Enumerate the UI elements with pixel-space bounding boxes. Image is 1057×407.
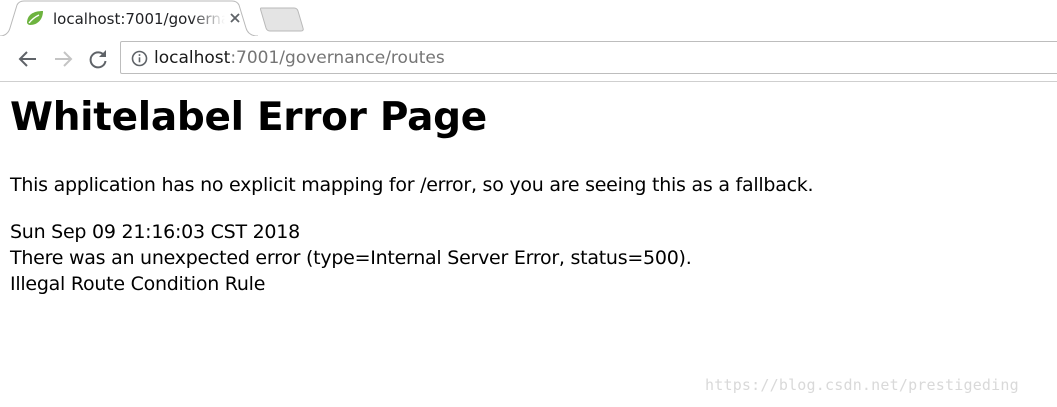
error-details: Sun Sep 09 21:16:03 CST 2018 There was a… — [10, 219, 692, 297]
close-icon[interactable] — [228, 11, 242, 25]
browser-tab[interactable]: localhost:7001/governance/routes — [0, 0, 258, 37]
tab-title: localhost:7001/governance/routes — [53, 10, 225, 28]
tab-strip: localhost:7001/governance/routes — [0, 0, 1057, 37]
error-type: There was an unexpected error (type=Inte… — [10, 247, 692, 269]
address-bar[interactable]: localhost:7001/governance/routes — [120, 41, 1057, 74]
url-host: localhost — [154, 48, 231, 68]
url-text[interactable]: localhost:7001/governance/routes — [154, 48, 445, 68]
page-title: Whitelabel Error Page — [10, 95, 487, 140]
reload-icon[interactable] — [87, 48, 109, 70]
info-icon[interactable] — [131, 50, 148, 67]
error-message: This application has no explicit mapping… — [10, 174, 814, 196]
error-detail: Illegal Route Condition Rule — [10, 273, 266, 295]
back-arrow-icon[interactable] — [17, 48, 39, 70]
spring-leaf-icon — [27, 11, 43, 25]
url-path: :7001/governance/routes — [230, 48, 445, 68]
watermark: https://blog.csdn.net/prestigeding — [705, 376, 1019, 394]
forward-arrow-icon[interactable] — [52, 48, 74, 70]
browser-toolbar: localhost:7001/governance/routes — [0, 36, 1057, 82]
error-timestamp: Sun Sep 09 21:16:03 CST 2018 — [10, 221, 300, 243]
new-tab-icon[interactable] — [258, 6, 306, 32]
